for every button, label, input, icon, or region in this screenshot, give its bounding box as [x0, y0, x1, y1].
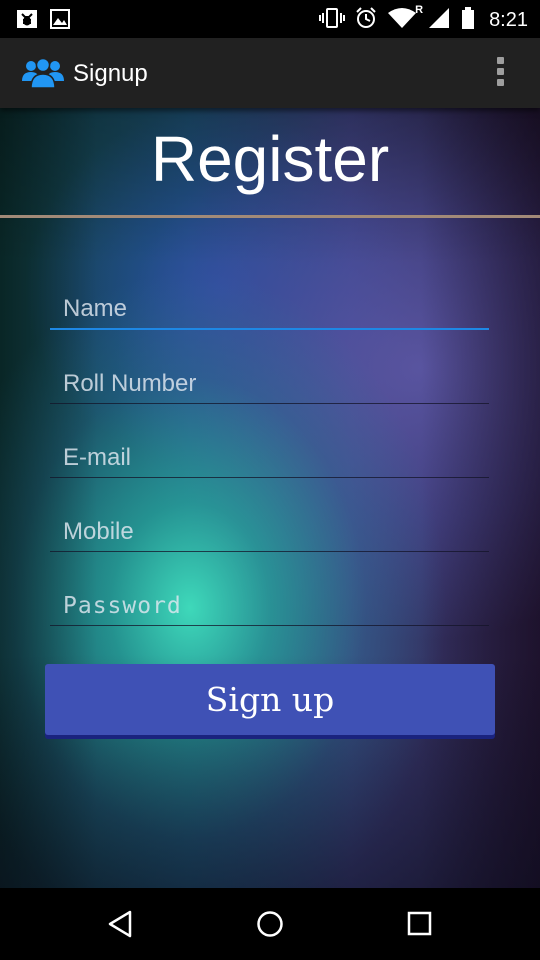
action-bar: Signup [0, 38, 540, 108]
home-icon[interactable] [256, 909, 284, 944]
password-input[interactable] [50, 586, 489, 626]
wifi-icon: R [387, 4, 423, 34]
bug-notification-icon [16, 9, 38, 34]
roll-number-input[interactable] [50, 364, 489, 404]
name-input[interactable] [50, 290, 489, 330]
battery-icon [461, 7, 475, 34]
image-notification-icon [50, 9, 70, 34]
users-group-icon [22, 57, 64, 94]
register-screen: Register Sign up [0, 108, 540, 888]
signal-icon [427, 7, 451, 34]
status-bar: R 8:21 [0, 0, 540, 38]
signup-button[interactable]: Sign up [45, 664, 495, 735]
alarm-icon [355, 7, 377, 34]
app-title: Signup [73, 60, 148, 87]
email-input[interactable] [50, 438, 489, 478]
navigation-bar [0, 888, 540, 960]
page-title: Register [150, 123, 390, 195]
back-icon[interactable] [106, 909, 134, 944]
status-time: 8:21 [489, 9, 528, 31]
roaming-indicator: R [415, 4, 424, 16]
overflow-menu-icon[interactable] [490, 57, 510, 91]
recents-icon[interactable] [406, 909, 434, 944]
mobile-input[interactable] [50, 512, 489, 552]
title-divider [0, 215, 540, 218]
vibrate-icon [319, 7, 346, 34]
